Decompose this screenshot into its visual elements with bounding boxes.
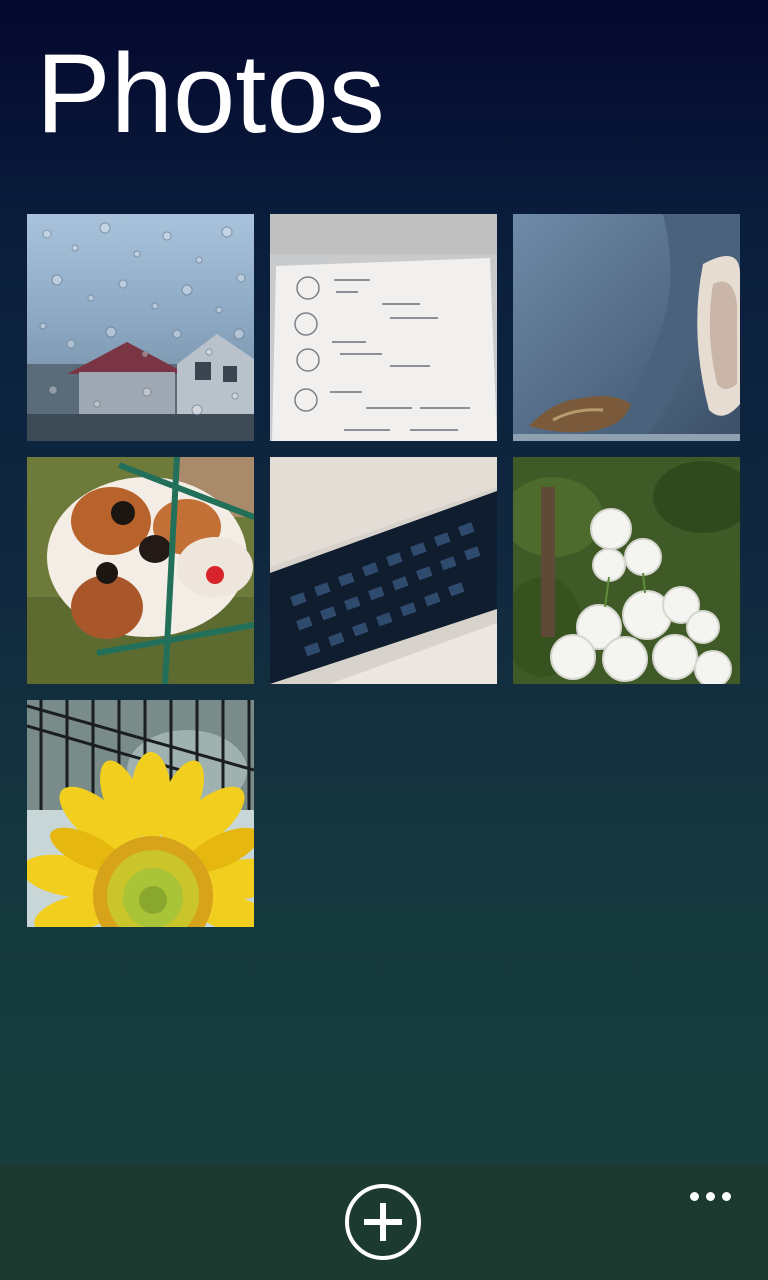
plus-vertical-bar [380,1203,386,1241]
photo-tile-raindrops[interactable] [27,214,254,441]
ellipsis-dot [722,1192,731,1201]
ellipsis-dot [706,1192,715,1201]
photo-flowers-thumbnail [513,457,740,684]
photo-document-thumbnail [270,214,497,441]
photo-tile-sunflower[interactable] [27,700,254,927]
photo-tile-keyboard[interactable] [270,457,497,684]
photo-keyboard-thumbnail [270,457,497,684]
more-options-button[interactable] [676,1174,744,1218]
ellipsis-dot [690,1192,699,1201]
photo-tile-flowers[interactable] [513,457,740,684]
photo-grid [27,214,741,927]
app-bar [0,1164,768,1280]
add-button[interactable] [345,1184,421,1260]
photo-tile-document[interactable] [270,214,497,441]
photo-raindrops-thumbnail [27,214,254,441]
photo-dog-thumbnail [27,457,254,684]
page-title: Photos [36,31,385,156]
photo-fabric-thumbnail [513,214,740,441]
photo-tile-dog[interactable] [27,457,254,684]
photo-sunflower-thumbnail [27,700,254,927]
photo-tile-fabric[interactable] [513,214,740,441]
